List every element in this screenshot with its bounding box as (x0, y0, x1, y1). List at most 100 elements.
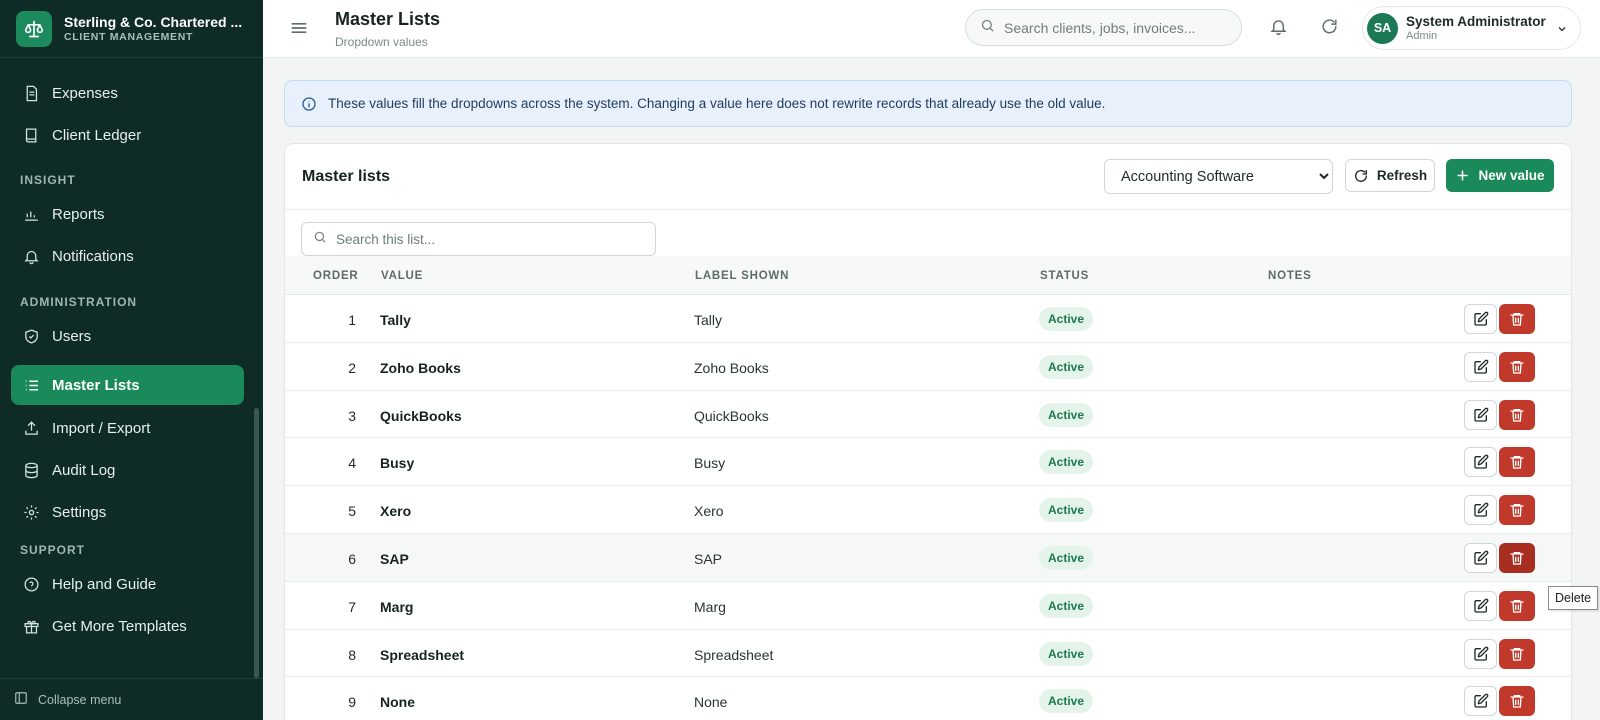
row-order: 8 (348, 646, 356, 663)
sidebar-item-notifications[interactable]: Notifications (11, 236, 244, 276)
edit-button[interactable] (1464, 304, 1497, 334)
row-value: Marg (380, 598, 414, 615)
card-header: Master lists Accounting Software Refresh… (285, 144, 1571, 210)
edit-icon (1473, 311, 1489, 327)
row-label-shown: QuickBooks (694, 407, 769, 424)
global-search-input[interactable] (1004, 19, 1224, 36)
row-value: Zoho Books (380, 359, 461, 376)
row-label-shown: Spreadsheet (694, 646, 774, 663)
sidebar-item-label: Users (52, 327, 92, 345)
collapse-menu-button[interactable]: Collapse menu (0, 678, 263, 720)
delete-tooltip: Delete (1548, 586, 1599, 610)
search-icon (313, 230, 327, 249)
delete-button[interactable] (1499, 495, 1535, 526)
row-order: 4 (348, 455, 356, 472)
upload-icon (22, 419, 40, 437)
gift-icon (22, 617, 40, 635)
help-circle-icon (22, 575, 40, 593)
hamburger-menu-icon[interactable] (289, 18, 311, 38)
table-row: 2 Zoho Books Zoho Books Active (285, 343, 1571, 391)
gear-icon (22, 503, 40, 521)
edit-button[interactable] (1464, 351, 1497, 382)
column-notes[interactable]: NOTES (1268, 270, 1312, 282)
trash-icon (1509, 407, 1525, 423)
delete-button[interactable] (1499, 686, 1535, 717)
delete-button[interactable] (1499, 399, 1535, 430)
row-label-shown: Zoho Books (694, 359, 769, 376)
sidebar-item-audit-log[interactable]: Audit Log (11, 450, 244, 490)
sidebar-item-expenses[interactable]: Expenses (11, 73, 244, 113)
row-label-shown: Busy (694, 455, 726, 472)
sidebar-item-client-ledger[interactable]: Client Ledger (11, 115, 244, 155)
brand-name: Sterling & Co. Chartered ... (64, 14, 243, 30)
delete-button[interactable] (1499, 638, 1535, 669)
shield-icon (22, 327, 40, 345)
edit-button[interactable] (1464, 542, 1497, 573)
edit-button[interactable] (1464, 686, 1497, 717)
sidebar-item-label: Import / Export (52, 419, 151, 437)
table-row: 5 Xero Xero Active (285, 486, 1571, 534)
refresh-button[interactable]: Refresh (1345, 159, 1435, 192)
master-list-select[interactable]: Accounting Software (1104, 159, 1333, 194)
sidebar-item-label: Client Ledger (52, 126, 142, 144)
sidebar-item-settings[interactable]: Settings (11, 492, 244, 532)
section-administration: ADMINISTRATION (20, 295, 138, 309)
sidebar-item-label: Master Lists (52, 376, 140, 394)
sidebar-item-help[interactable]: Help and Guide (11, 564, 244, 604)
table-row: 3 QuickBooks QuickBooks Active (285, 391, 1571, 439)
receipt-icon (22, 84, 40, 102)
column-order[interactable]: ORDER (313, 270, 359, 282)
edit-button[interactable] (1464, 447, 1497, 478)
new-value-button[interactable]: New value (1446, 159, 1554, 192)
reload-icon[interactable] (1320, 17, 1339, 41)
row-label-shown: Tally (694, 312, 723, 328)
edit-icon (1473, 359, 1489, 375)
delete-button[interactable] (1499, 447, 1535, 478)
list-search[interactable] (301, 222, 656, 256)
info-banner: These values fill the dropdowns across t… (284, 80, 1572, 127)
status-badge: Active (1039, 307, 1094, 331)
delete-button[interactable] (1499, 351, 1535, 382)
sidebar-scrollbar[interactable] (254, 408, 259, 678)
refresh-label: Refresh (1376, 168, 1428, 183)
column-value[interactable]: VALUE (381, 270, 423, 282)
list-icon (22, 376, 40, 394)
row-order: 3 (348, 407, 356, 424)
edit-icon (1473, 646, 1489, 662)
list-search-input[interactable] (336, 231, 636, 247)
edit-icon (1473, 407, 1489, 423)
row-label-shown: None (694, 694, 728, 711)
sidebar-item-import-export[interactable]: Import / Export (11, 408, 244, 448)
status-badge: Active (1039, 689, 1094, 714)
row-value: SAP (380, 550, 409, 567)
table-header: ORDER VALUE LABEL SHOWN STATUS NOTES (285, 256, 1571, 295)
brand[interactable]: Sterling & Co. Chartered ... CLIENT MANA… (0, 0, 263, 58)
column-label-shown[interactable]: LABEL SHOWN (695, 270, 789, 282)
table-row: 8 Spreadsheet Spreadsheet Active (285, 630, 1571, 678)
edit-button[interactable] (1464, 638, 1497, 669)
column-status[interactable]: STATUS (1040, 270, 1089, 282)
delete-button[interactable] (1499, 542, 1535, 573)
row-order: 9 (348, 694, 356, 711)
sidebar-item-label: Notifications (52, 247, 134, 265)
chevron-down-icon (1556, 22, 1568, 40)
collapse-menu-label: Collapse menu (38, 692, 122, 707)
page-scrollbar[interactable] (1591, 58, 1600, 720)
sidebar-item-reports[interactable]: Reports (11, 194, 244, 234)
trash-icon (1509, 454, 1525, 470)
global-search[interactable] (965, 9, 1242, 46)
sidebar-item-master-lists[interactable]: Master Lists (11, 365, 244, 405)
table-row: 4 Busy Busy Active (285, 438, 1571, 487)
delete-button[interactable] (1499, 304, 1535, 334)
delete-button[interactable] (1499, 590, 1535, 621)
edit-button[interactable] (1464, 495, 1497, 526)
edit-button[interactable] (1464, 399, 1497, 430)
sidebar-item-users[interactable]: Users (11, 316, 244, 356)
notifications-bell-icon[interactable] (1269, 17, 1288, 41)
row-value: QuickBooks (380, 407, 462, 424)
sidebar-item-templates[interactable]: Get More Templates (11, 606, 244, 646)
info-icon (301, 96, 317, 112)
user-menu[interactable]: SA System Administrator Admin (1362, 6, 1581, 50)
trash-icon (1509, 311, 1525, 327)
edit-button[interactable] (1464, 590, 1497, 621)
